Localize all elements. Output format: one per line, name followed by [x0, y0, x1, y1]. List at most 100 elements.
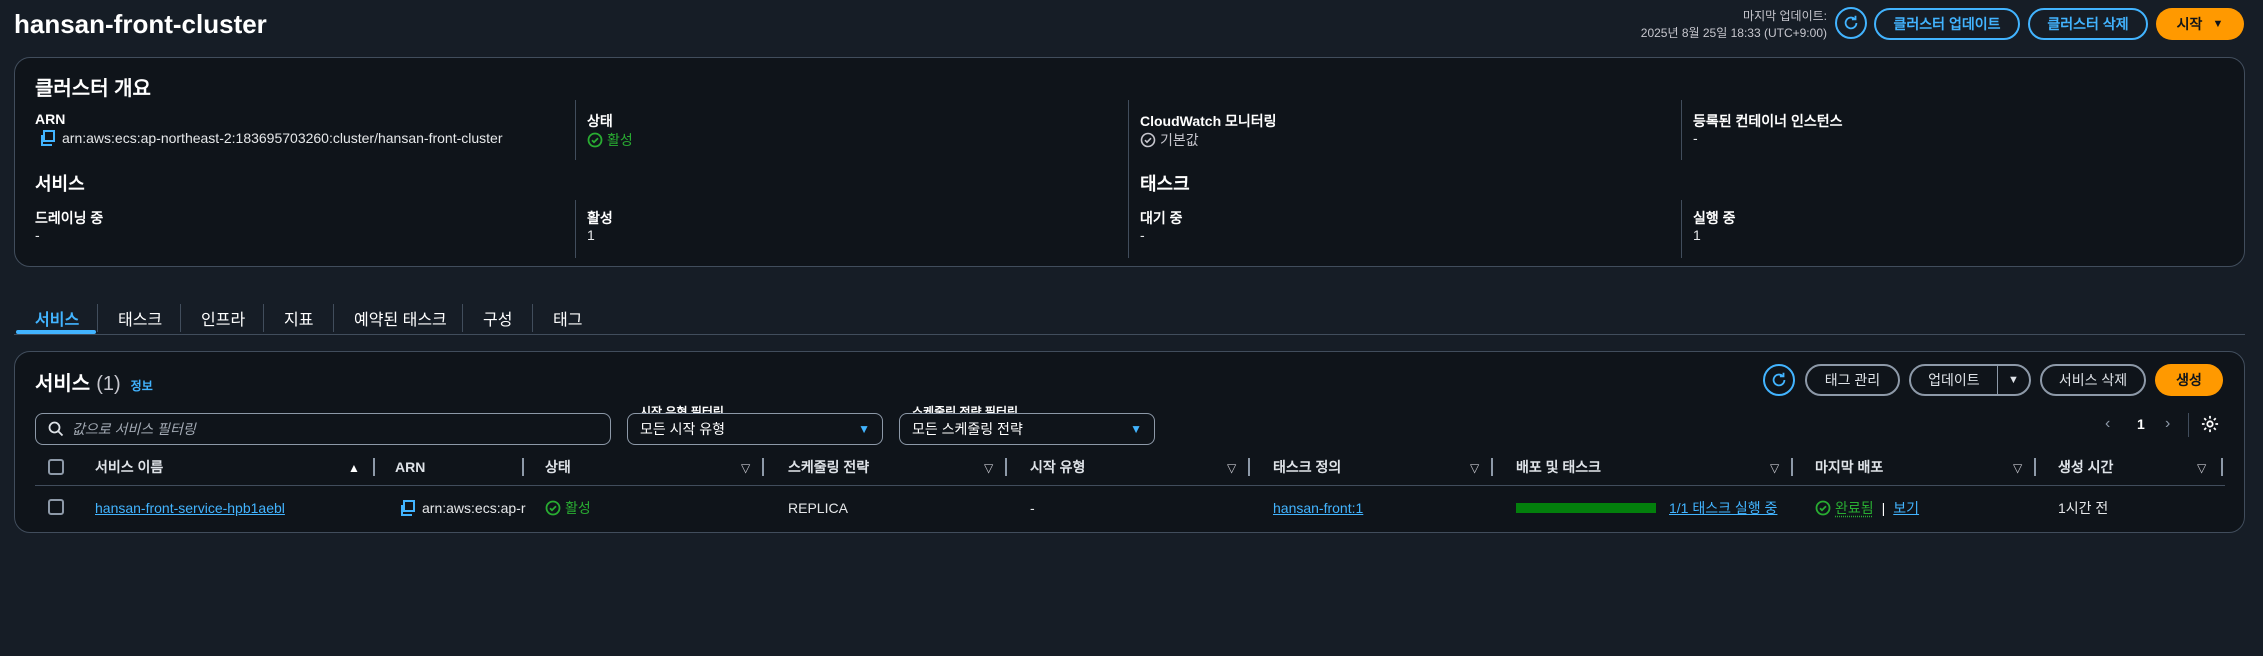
- col-deployments[interactable]: 배포 및 태스크: [1516, 456, 1601, 478]
- start-dropdown-button[interactable]: 시작 ▼: [2156, 8, 2244, 40]
- sort-icon[interactable]: ▽: [2013, 461, 2022, 475]
- last-deploy-status[interactable]: 완료됨 | 보기: [1815, 497, 1919, 519]
- row-checkbox[interactable]: [48, 499, 64, 515]
- pending-value: -: [1140, 227, 1145, 243]
- previous-page-icon[interactable]: ‹: [2105, 415, 2110, 433]
- tab-scheduled-tasks[interactable]: 예약된 태스크: [354, 300, 447, 336]
- tab-tags[interactable]: 태그: [553, 300, 582, 336]
- tab-infrastructure[interactable]: 인프라: [201, 300, 245, 336]
- search-icon: [48, 421, 64, 437]
- col-last-deployment[interactable]: 마지막 배포: [1815, 456, 1883, 478]
- tab-configuration[interactable]: 구성: [483, 300, 512, 336]
- caret-down-icon[interactable]: ▼: [1998, 374, 2029, 386]
- refresh-services-button[interactable]: [1763, 364, 1795, 396]
- refresh-icon: [1844, 15, 1858, 30]
- caret-down-icon: ▼: [1130, 422, 1142, 436]
- running-label: 실행 중: [1693, 210, 1736, 226]
- service-launch-type: -: [1030, 500, 1035, 516]
- info-link[interactable]: 정보: [131, 377, 153, 394]
- status-label: 상태: [587, 113, 613, 129]
- col-resizer[interactable]: [1791, 458, 1793, 476]
- sort-icon[interactable]: ▽: [2197, 461, 2206, 475]
- task-definition-link[interactable]: hansan-front:1: [1273, 497, 1363, 519]
- service-created: 1시간 전: [2058, 500, 2109, 516]
- services-subtitle: 서비스: [35, 174, 85, 194]
- create-service-button[interactable]: 생성: [2155, 364, 2223, 396]
- tab-divider: [333, 304, 334, 332]
- page-number[interactable]: 1: [2137, 416, 2145, 432]
- col-resizer[interactable]: [2221, 458, 2223, 476]
- divider: [1681, 200, 1682, 258]
- page-title: hansan-front-cluster: [14, 9, 267, 39]
- tabs-underline: [14, 334, 2245, 335]
- divider: [2188, 413, 2189, 437]
- active-label: 활성: [587, 210, 613, 226]
- sort-icon[interactable]: ▽: [741, 461, 750, 475]
- refresh-button[interactable]: [1835, 7, 1867, 39]
- search-input[interactable]: 값으로 서비스 필터링: [35, 413, 611, 445]
- col-created[interactable]: 생성 시간: [2058, 456, 2113, 478]
- draining-label: 드레이닝 중: [35, 210, 104, 226]
- caret-down-icon: ▼: [858, 422, 870, 436]
- copy-icon[interactable]: [399, 500, 415, 516]
- col-status[interactable]: 상태: [545, 456, 571, 478]
- tab-divider: [180, 304, 181, 332]
- view-deployment-link[interactable]: 보기: [1893, 498, 1919, 518]
- service-scheduling: REPLICA: [788, 500, 848, 516]
- tab-divider: [532, 304, 533, 332]
- sort-asc-icon[interactable]: ▲: [348, 461, 360, 475]
- divider: [575, 100, 576, 160]
- delete-service-button[interactable]: 서비스 삭제: [2040, 364, 2146, 396]
- col-resizer[interactable]: [1005, 458, 1007, 476]
- services-header: 서비스 (1) 정보: [35, 373, 153, 395]
- tasks-subtitle: 태스크: [1140, 174, 1190, 194]
- col-arn[interactable]: ARN: [395, 456, 425, 478]
- select-all-checkbox[interactable]: [48, 459, 64, 475]
- check-circle-icon: [587, 132, 603, 148]
- tab-metrics[interactable]: 지표: [284, 300, 313, 336]
- deploy-progress-bar: [1516, 503, 1656, 513]
- tab-divider: [97, 304, 98, 332]
- sort-icon[interactable]: ▽: [1470, 461, 1479, 475]
- arn-label: ARN: [35, 111, 66, 127]
- col-scheduling[interactable]: 스케줄링 전략: [788, 456, 869, 478]
- copy-icon[interactable]: [39, 130, 55, 146]
- settings-gear-icon[interactable]: [2201, 415, 2219, 436]
- check-circle-icon: [545, 500, 561, 516]
- service-status: 활성: [545, 497, 591, 519]
- service-name-link[interactable]: hansan-front-service-hpb1aebl: [95, 497, 285, 519]
- col-resizer[interactable]: [373, 458, 375, 476]
- refresh-icon: [1772, 372, 1786, 387]
- caret-down-icon: ▼: [2212, 18, 2224, 30]
- tab-tasks[interactable]: 태스크: [118, 300, 162, 336]
- sort-icon[interactable]: ▽: [984, 461, 993, 475]
- sort-icon[interactable]: ▽: [1227, 461, 1236, 475]
- table-header-border: [35, 485, 2225, 486]
- launch-type-filter[interactable]: 모든 시작 유형 ▼: [627, 413, 883, 445]
- col-resizer[interactable]: [522, 458, 524, 476]
- cluster-overview-panel: [14, 57, 2245, 267]
- update-service-split-button[interactable]: 업데이트 ▼: [1909, 364, 2031, 396]
- check-circle-icon: [1140, 132, 1156, 148]
- pending-label: 대기 중: [1140, 210, 1183, 226]
- col-resizer[interactable]: [2034, 458, 2036, 476]
- col-resizer[interactable]: [1491, 458, 1493, 476]
- active-value: 1: [587, 227, 595, 243]
- col-task-definition[interactable]: 태스크 정의: [1273, 456, 1341, 478]
- sort-icon[interactable]: ▽: [1770, 461, 1779, 475]
- manage-tags-button[interactable]: 태그 관리: [1805, 364, 1900, 396]
- col-resizer[interactable]: [1248, 458, 1250, 476]
- divider: [1128, 100, 1129, 258]
- update-cluster-button[interactable]: 클러스터 업데이트: [1874, 8, 2020, 40]
- scheduling-strategy-filter[interactable]: 모든 스케줄링 전략 ▼: [899, 413, 1155, 445]
- cloudwatch-label: CloudWatch 모니터링: [1140, 113, 1277, 129]
- service-arn: arn:aws:ecs:ap-r: [399, 497, 525, 519]
- deploy-progress-fill: [1516, 503, 1656, 513]
- delete-cluster-button[interactable]: 클러스터 삭제: [2028, 8, 2148, 40]
- col-launch-type[interactable]: 시작 유형: [1030, 456, 1085, 478]
- col-service-name[interactable]: 서비스 이름: [95, 456, 163, 478]
- next-page-icon[interactable]: ›: [2165, 415, 2170, 433]
- draining-value: -: [35, 227, 40, 243]
- col-resizer[interactable]: [762, 458, 764, 476]
- deploy-tasks-link[interactable]: 1/1 태스크 실행 중: [1669, 497, 1777, 519]
